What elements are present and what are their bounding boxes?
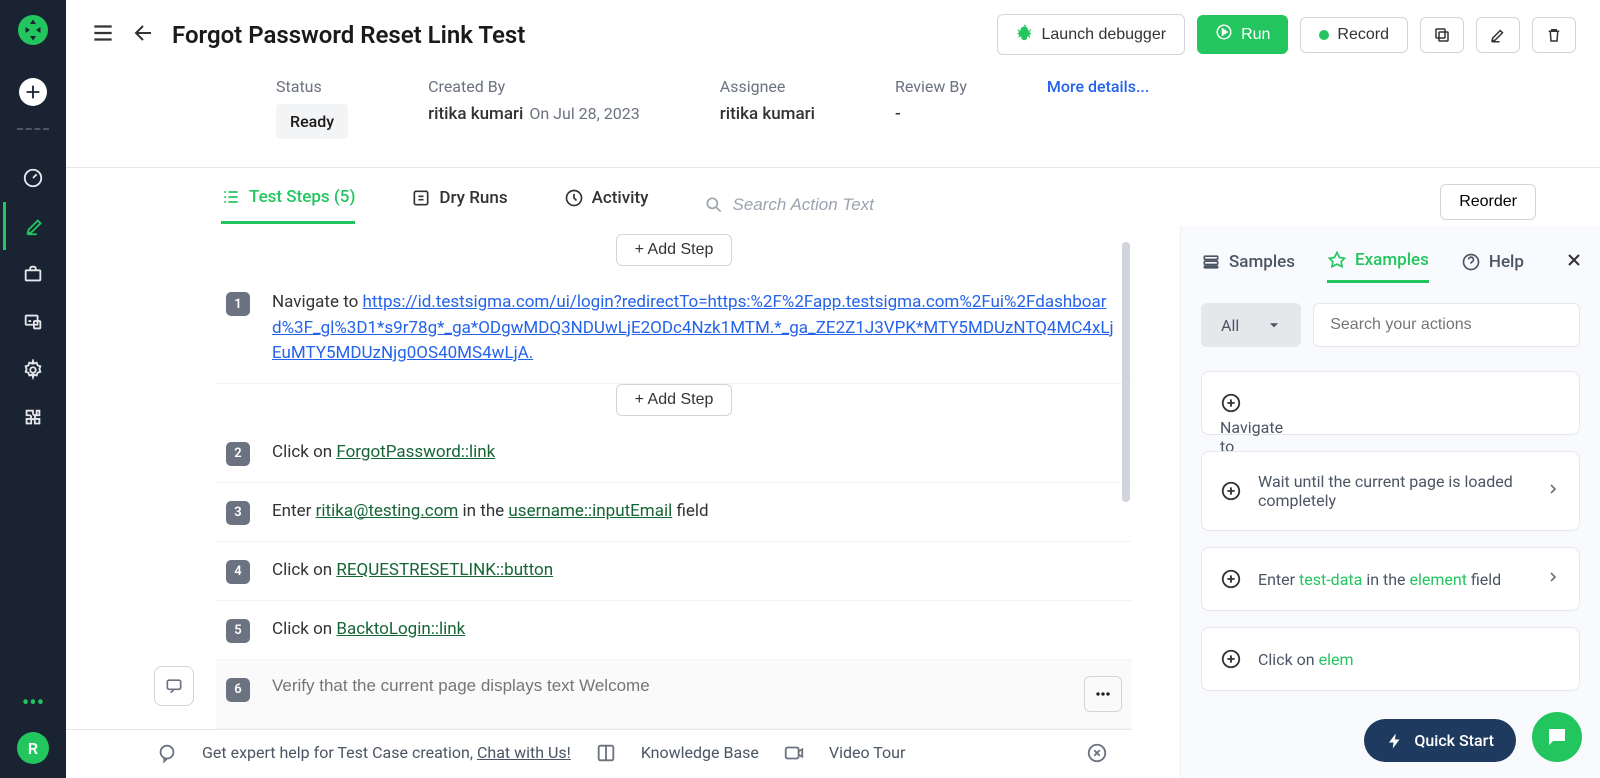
book-icon (595, 742, 617, 764)
chevron-down-icon (1267, 318, 1281, 332)
run-button[interactable]: Run (1197, 15, 1288, 54)
chevron-right-icon (1545, 569, 1561, 589)
tab-dry-runs[interactable]: Dry Runs (411, 188, 507, 222)
add-step-button[interactable]: + Add Step (616, 234, 733, 266)
record-button[interactable]: Record (1300, 17, 1408, 53)
kb-link[interactable]: Knowledge Base (641, 743, 759, 762)
rp-tab-help[interactable]: Help (1461, 252, 1524, 282)
sidebar-divider (17, 128, 49, 130)
tab-test-steps[interactable]: Test Steps (5) (221, 187, 355, 224)
tabs-row: Test Steps (5) Dry Runs Activity Reorder (66, 168, 1600, 226)
chat-link[interactable]: Chat with Us! (477, 743, 571, 762)
extension-icon[interactable] (3, 394, 63, 442)
edit-icon[interactable] (3, 202, 63, 250)
search-icon (704, 195, 724, 215)
left-sidebar: ••• R (0, 0, 66, 778)
gear-icon[interactable] (3, 346, 63, 394)
step-5[interactable]: 5 Click on BacktoLogin::link (216, 601, 1132, 660)
page-title: Forgot Password Reset Link Test (172, 21, 981, 49)
record-icon (1319, 30, 1329, 40)
step-4[interactable]: 4 Click on REQUESTRESETLINK::button (216, 542, 1132, 601)
edit-button[interactable] (1476, 17, 1520, 53)
right-panel: Samples Examples Help All (1180, 226, 1600, 778)
delete-button[interactable] (1532, 17, 1576, 53)
chevron-right-icon (1545, 481, 1561, 501)
tab-activity[interactable]: Activity (564, 188, 649, 222)
example-navigate[interactable]: Navigate to test-data (1201, 371, 1580, 435)
step-3[interactable]: 3 Enter ritika@testing.com in the userna… (216, 483, 1132, 542)
meta-row: Status Ready Created By ritika kumariOn … (66, 69, 1600, 168)
example-wait[interactable]: Wait until the current page is loaded co… (1201, 451, 1580, 531)
lightning-icon (1386, 732, 1404, 750)
filter-dropdown[interactable]: All (1201, 303, 1301, 347)
chat-fab[interactable] (1532, 712, 1582, 762)
back-icon[interactable] (132, 21, 156, 49)
rp-tab-samples[interactable]: Samples (1201, 252, 1295, 282)
step-2[interactable]: 2 Click on ForgotPassword::link (216, 424, 1132, 483)
add-icon[interactable] (19, 78, 47, 106)
plus-icon (1220, 648, 1242, 670)
search-action[interactable] (704, 195, 932, 215)
review-label: Review By (895, 77, 967, 96)
panel-close-icon[interactable] (1564, 250, 1584, 274)
search-input[interactable] (732, 195, 932, 215)
topbar: Forgot Password Reset Link Test Launch d… (66, 0, 1600, 69)
chat-icon-badge[interactable] (154, 666, 194, 706)
device-icon[interactable] (3, 298, 63, 346)
actions-search-input[interactable] (1313, 303, 1580, 347)
reorder-button[interactable]: Reorder (1440, 184, 1536, 220)
add-step-button-2[interactable]: + Add Step (616, 384, 733, 416)
launch-debugger-button[interactable]: Launch debugger (997, 14, 1186, 55)
video-link[interactable]: Video Tour (829, 743, 906, 762)
hamburger-icon[interactable] (90, 20, 116, 50)
play-icon (1215, 23, 1233, 46)
example-enter[interactable]: Enter test-data in the element field (1201, 547, 1580, 611)
rp-tab-examples[interactable]: Examples (1327, 250, 1429, 283)
logo-icon[interactable] (15, 12, 51, 48)
status-badge: Ready (276, 104, 348, 139)
step-1-url[interactable]: https://id.testsigma.com/ui/login?redire… (272, 292, 1114, 363)
scrollbar-thumb[interactable] (1122, 242, 1130, 502)
example-click[interactable]: Click on elem (1201, 627, 1580, 691)
close-icon[interactable] (1086, 742, 1108, 764)
copy-button[interactable] (1420, 17, 1464, 53)
quick-start-button[interactable]: Quick Start (1364, 719, 1516, 762)
assignee-label: Assignee (720, 77, 815, 96)
created-label: Created By (428, 77, 640, 96)
new-step-input[interactable] (272, 676, 1062, 696)
dashboard-icon[interactable] (3, 154, 63, 202)
chat-bubble-icon (1545, 725, 1569, 749)
footer-bar: Get expert help for Test Case creation, … (66, 729, 1132, 776)
step-6-input[interactable]: 6 (216, 660, 1132, 729)
plus-icon (1220, 568, 1242, 590)
more-details-link[interactable]: More details... (1047, 77, 1149, 96)
more-icon[interactable]: ••• (22, 691, 44, 716)
plus-icon (1220, 480, 1242, 502)
plus-icon: Navigate to test-data (1220, 392, 1242, 414)
avatar[interactable]: R (17, 732, 49, 764)
bug-icon (1016, 23, 1034, 46)
status-label: Status (276, 77, 348, 96)
step-1[interactable]: 1 Navigate to https://id.testsigma.com/u… (216, 274, 1132, 384)
briefcase-icon[interactable] (3, 250, 63, 298)
video-icon (783, 742, 805, 764)
step-menu-button[interactable] (1084, 676, 1122, 712)
chat-icon (156, 742, 178, 764)
